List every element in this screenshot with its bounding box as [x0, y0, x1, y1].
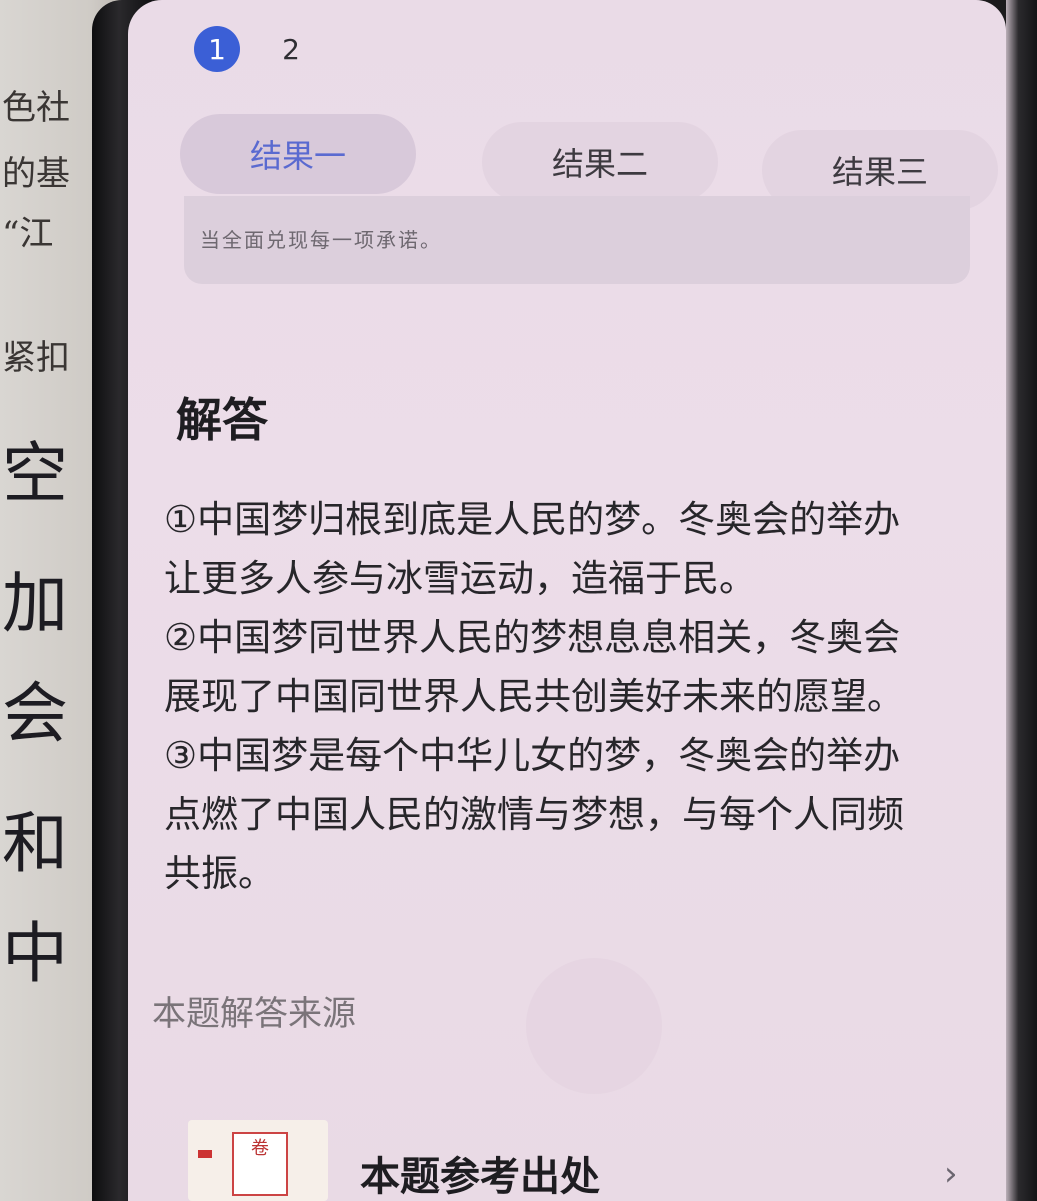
answer-body: ①中国梦归根到底是人民的梦。冬奥会的举办 让更多人参与冰雪运动，造福于民。 ②中…: [164, 490, 994, 903]
paper-handwriting: 空: [2, 435, 68, 512]
reference-title: 本题参考出处: [360, 1154, 600, 1200]
paper-text: 的基: [2, 154, 70, 194]
chevron-right-icon[interactable]: ›: [944, 1154, 958, 1194]
answer-line: 展现了中国同世界人民共创美好未来的愿望。: [164, 675, 904, 718]
tab-result-2[interactable]: 结果二: [482, 122, 718, 202]
answer-line: 让更多人参与冰雪运动，造福于民。: [164, 557, 756, 600]
answer-source-label: 本题解答来源: [152, 994, 356, 1034]
answer-line: ③中国梦是每个中华儿女的梦，冬奥会的举办: [164, 734, 901, 777]
reference-source-card[interactable]: 卷 本题参考出处 ›: [128, 1080, 1006, 1201]
paper-handwriting: 和: [2, 805, 68, 882]
paper-handwriting: 会: [2, 675, 68, 752]
book-cover-thumbnail: 卷: [188, 1120, 328, 1201]
page-1-button[interactable]: 1: [194, 26, 240, 72]
phone-screen: 1 2 结果一 结果二 结果三 当全面兑现每一项承诺。 解答 ①中国梦归根到底是…: [128, 0, 1006, 1201]
answer-line: ①中国梦归根到底是人民的梦。冬奥会的举办: [164, 498, 901, 541]
answer-line: 点燃了中国人民的激情与梦想，与每个人同频: [164, 793, 904, 836]
previous-content-text: 当全面兑现每一项承诺。: [200, 228, 442, 252]
phone-bezel-right: [1006, 0, 1037, 1201]
paper-handwriting: 加: [2, 565, 68, 642]
paper-text: “江: [2, 214, 54, 254]
book-cover-mark: [198, 1150, 212, 1158]
paper-text: 色社: [2, 88, 70, 128]
answer-heading: 解答: [176, 393, 268, 447]
answer-line: 共振。: [164, 852, 275, 895]
paper-text: 紧扣: [2, 338, 70, 378]
result-pager: 1 2: [194, 26, 314, 72]
result-tabs: 结果一 结果二 结果三: [178, 108, 998, 210]
book-cover-label: 卷: [232, 1132, 288, 1196]
tab-result-1[interactable]: 结果一: [180, 114, 416, 194]
page-2-button[interactable]: 2: [268, 26, 314, 72]
paper-handwriting: 中: [2, 915, 68, 992]
floating-button-shadow: [526, 958, 662, 1094]
answer-line: ②中国梦同世界人民的梦想息息相关，冬奥会: [164, 616, 901, 659]
